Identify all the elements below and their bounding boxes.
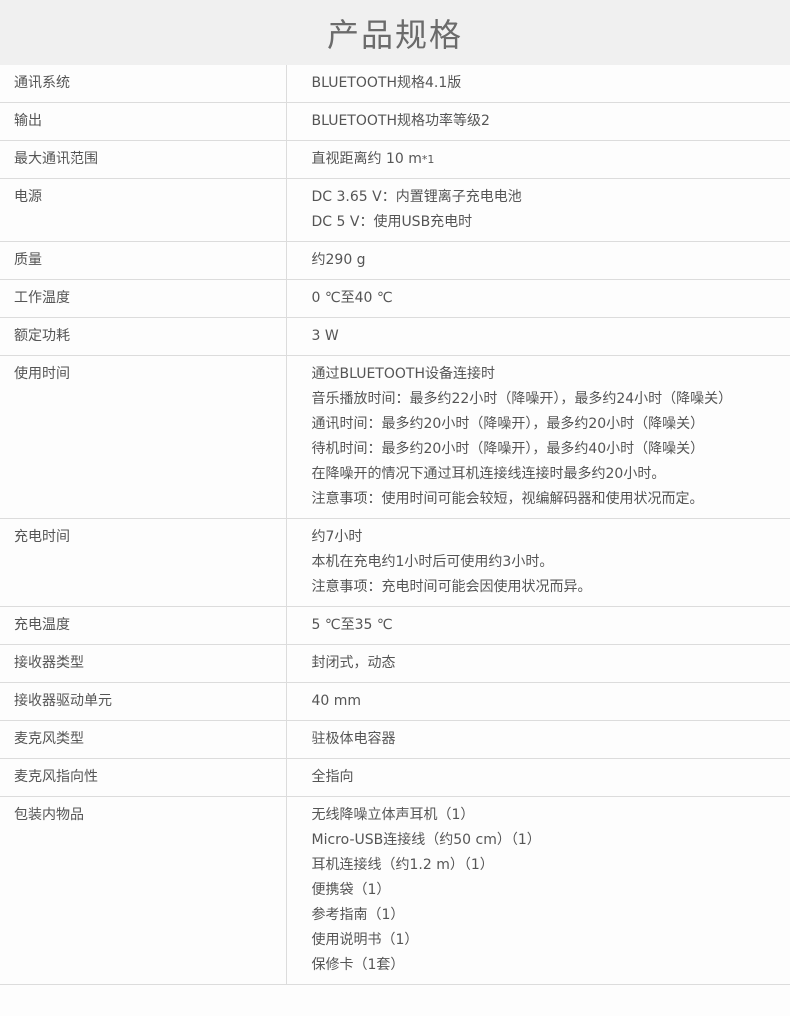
spec-value-line: 便携袋（1） [311,882,391,898]
spec-value: BLUETOOTH规格功率等级2 [286,102,790,141]
footnote-marker: *1 [421,153,435,166]
spec-row: 电源 DC 3.65 V：内置锂离子充电电池 DC 5 V：使用USB充电时 [0,178,790,242]
spec-value: 驻极体电容器 [286,720,790,759]
spec-row: 接收器类型 封闭式，动态 [0,644,790,683]
spec-row: 麦克风指向性 全指向 [0,758,790,797]
spec-label: 接收器驱动单元 [0,682,287,721]
spec-value-line: 通讯时间：最多约20小时（降噪开），最多约20小时（降噪关） [311,416,705,432]
spec-value: BLUETOOTH规格4.1版 [286,65,790,103]
spec-row: 质量 约290 g [0,241,790,280]
spec-value-line: 驻极体电容器 [311,731,396,747]
spec-value-main: 直视距离约 10 m [311,151,422,167]
spec-value: 直视距离约 10 m*1 [286,140,790,179]
spec-value-line: 保修卡（1套） [311,957,405,973]
spec-value-line: 参考指南（1） [311,907,405,923]
spec-value: 通过BLUETOOTH设备连接时音乐播放时间：最多约22小时（降噪开），最多约2… [286,355,790,519]
spec-value: 5 ℃至35 ℃ [286,606,790,645]
spec-page: 产品规格 通讯系统 BLUETOOTH规格4.1版输出 BLUETOOTH规格功率等… [0,0,790,1016]
spec-value-line: 通过BLUETOOTH设备连接时 [311,366,495,382]
spec-value-line: Micro-USB连接线（约50 cm）（1） [311,832,541,848]
spec-row: 最大通讯范围 直视距离约 10 m*1 [0,140,790,179]
spec-row: 使用时间 通过BLUETOOTH设备连接时 音乐播放时间：最多约22小时（降噪开），… [0,355,790,519]
spec-label: 通讯系统 [0,65,287,103]
spec-value-line: BLUETOOTH规格功率等级2 [311,113,490,129]
spec-value: 3 W [286,317,790,356]
spec-row: 麦克风类型 驻极体电容器 [0,720,790,759]
spec-row: 接收器驱动单元 40 mm [0,682,790,721]
spec-value-line: BLUETOOTH规格4.1版 [311,75,462,91]
spec-value-line: 本机在充电约1小时后可使用约3小时。 [311,554,554,570]
spec-value-line: 音乐播放时间：最多约22小时（降噪开），最多约24小时（降噪关） [311,391,733,407]
spec-label: 充电时间 [0,518,287,607]
spec-row: 充电时间 约7小时 本机在充电约1小时后可使用约3小时。 注意事项：充电时间可能会因使… [0,518,790,607]
spec-value-line: 0 ℃至40 ℃ [311,290,393,306]
spec-value-line: 注意事项：充电时间可能会因使用状况而异。 [311,579,592,595]
spec-value-line: 注意事项：使用时间可能会较短，视编解码器和使用状况而定。 [311,491,704,507]
spec-value: DC 3.65 V：内置锂离子充电电池 DC 5 V：使用USB充电时 [286,178,790,242]
spec-table-body: 通讯系统 BLUETOOTH规格4.1版输出 BLUETOOTH规格功率等级2 最大通… [0,65,790,985]
spec-value: 无线降噪立体声耳机（1） Micro-USB连接线（约50 cm）（1） 耳机连接线… [286,796,790,985]
spec-value-line: DC 5 V：使用USB充电时 [311,214,473,230]
spec-value: 约7小时本机在充电约1小时后可使用约3小时。注意事项：充电时间可能会因使用状况而… [286,518,790,607]
spec-label: 使用时间 [0,355,287,519]
spec-label: 麦克风类型 [0,720,287,759]
spec-label: 包装内物品 [0,796,287,985]
spec-table: 通讯系统 BLUETOOTH规格4.1版输出 BLUETOOTH规格功率等级2 最大通… [0,65,790,985]
spec-value-line: 待机时间：最多约20小时（降噪开），最多约40小时（降噪关） [311,441,705,457]
spec-row: 充电温度 5 ℃至35 ℃ [0,606,790,645]
spec-value-line: 在降噪开的情况下通过耳机连接线连接时最多约20小时。 [311,466,666,482]
spec-label: 最大通讯范围 [0,140,287,179]
spec-value: 40 mm [286,682,790,721]
spec-value: 封闭式，动态 [286,644,790,683]
spec-label: 麦克风指向性 [0,758,287,797]
spec-value: 约290 g [286,241,790,280]
spec-value: 全指向 [286,758,790,797]
spec-value-line: 直视距离约 10 m*1 [312,147,790,172]
spec-label: 工作温度 [0,279,287,318]
spec-label: 充电温度 [0,606,287,645]
spec-label: 电源 [0,178,287,242]
spec-label: 额定功耗 [0,317,287,356]
spec-value-line: 耳机连接线（约1.2 m）（1） [311,857,494,873]
spec-row: 包装内物品 无线降噪立体声耳机（1） Micro-USB连接线（约50 cm）（1）… [0,796,790,985]
spec-label: 接收器类型 [0,644,287,683]
page-title: 产品规格 [326,15,463,54]
spec-label: 质量 [0,241,287,280]
spec-row: 输出 BLUETOOTH规格功率等级2 [0,102,790,141]
spec-row: 额定功耗 3 W [0,317,790,356]
spec-value-line: 40 mm [311,693,362,709]
spec-row: 通讯系统 BLUETOOTH规格4.1版 [0,65,790,103]
header-bar: 产品规格 [0,0,790,65]
spec-value-line: 约7小时 [311,529,363,545]
spec-value-line: 使用说明书（1） [311,932,419,948]
spec-value-line: 约290 g [311,252,366,268]
spec-value-line: 5 ℃至35 ℃ [311,617,393,633]
spec-value-line: DC 3.65 V：内置锂离子充电电池 [311,189,522,205]
spec-value-line: 封闭式，动态 [311,655,396,671]
spec-value: 0 ℃至40 ℃ [286,279,790,318]
spec-label: 输出 [0,102,287,141]
spec-value-line: 3 W [311,328,339,344]
spec-value-line: 无线降噪立体声耳机（1） [311,807,475,823]
spec-value-line: 全指向 [311,769,354,785]
spec-row: 工作温度 0 ℃至40 ℃ [0,279,790,318]
